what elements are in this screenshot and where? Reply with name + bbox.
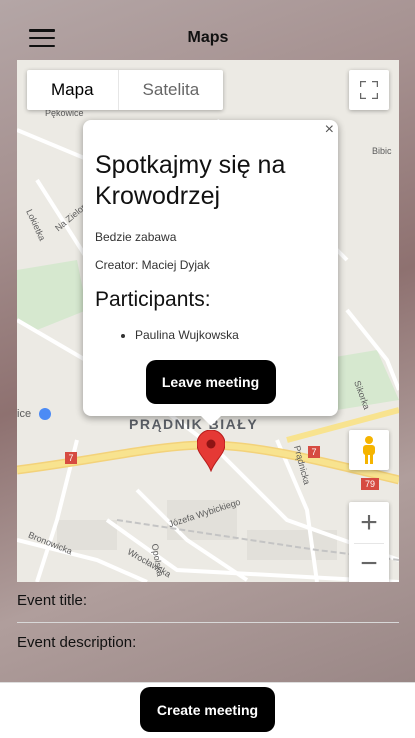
zoom-out-icon[interactable]: −: [349, 544, 389, 583]
place-label: Bibic: [372, 146, 392, 156]
event-title-field: Event title:: [17, 582, 403, 623]
participants-heading: Participants:: [95, 288, 211, 311]
meeting-description: Bedzie zabawa: [95, 230, 177, 244]
page-title: Maps: [187, 29, 229, 46]
road-number-badge: 7: [308, 446, 320, 458]
map-type-switcher: Mapa Satelita: [27, 70, 224, 110]
district-label: PRĄDNIK BIAŁY: [129, 416, 259, 432]
participant-item: Paulina Wujkowska: [135, 328, 326, 342]
close-icon[interactable]: ×: [325, 121, 334, 139]
road-number-badge: 7: [65, 452, 77, 464]
divider: [0, 682, 415, 683]
road-number-badge: 79: [361, 478, 379, 490]
app-container: Maps Pękowice Bibic Lokietka Na Zielonki…: [17, 16, 403, 682]
map-marker-icon[interactable]: [197, 430, 225, 472]
zoom-in-icon[interactable]: +: [349, 503, 389, 543]
place-label: ice: [17, 408, 32, 420]
event-description-input[interactable]: [17, 660, 403, 682]
event-description-label: Event description:: [17, 634, 137, 651]
fullscreen-icon[interactable]: [349, 70, 389, 110]
participants-list: Paulina Wujkowska: [95, 328, 326, 342]
meeting-title: Spotkajmy się na Krowodrzej: [95, 151, 286, 210]
event-title-input[interactable]: [17, 600, 403, 622]
event-description-field: Event description:: [17, 624, 403, 682]
street-view-pegman-icon[interactable]: [349, 430, 389, 470]
hamburger-menu-icon[interactable]: [29, 29, 55, 47]
meeting-info-window: × Spotkajmy się na Krowodrzej Bedzie zab…: [83, 120, 338, 426]
create-meeting-button[interactable]: Create meeting: [140, 687, 275, 732]
app-header: Maps: [17, 16, 399, 60]
map-view[interactable]: Pękowice Bibic Lokietka Na Zielonki ice …: [17, 60, 399, 582]
zoom-controls: + −: [349, 502, 389, 582]
meeting-creator: Creator: Maciej Dyjak: [95, 258, 210, 272]
map-type-map-button[interactable]: Mapa: [27, 70, 118, 110]
leave-meeting-button[interactable]: Leave meeting: [145, 360, 276, 404]
map-type-satellite-button[interactable]: Satelita: [117, 70, 224, 110]
